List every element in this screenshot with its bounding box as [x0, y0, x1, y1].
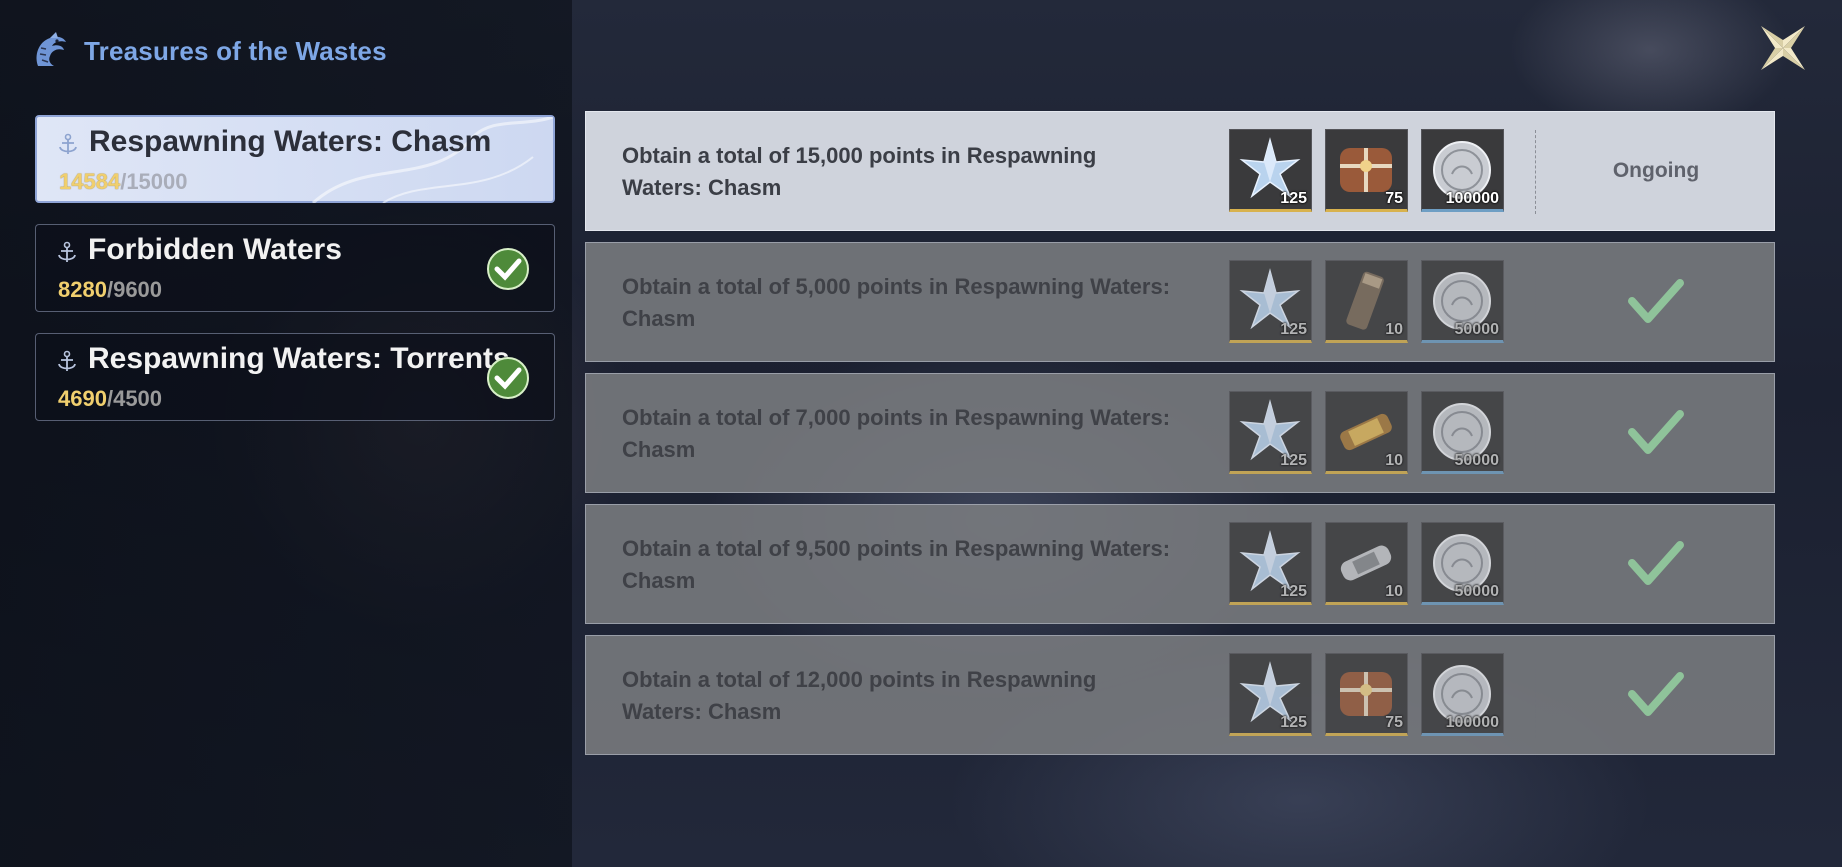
reward-list: 125 10 50000 [1229, 391, 1504, 474]
mission-description: Obtain a total of 5,000 points in Respaw… [622, 274, 1171, 331]
claimed-check-icon [1628, 279, 1684, 323]
reward-list: 125 75 100000 [1229, 129, 1504, 212]
mission-status [1536, 243, 1776, 361]
reward-item[interactable]: 125 [1229, 260, 1312, 343]
mission-status [1536, 636, 1776, 754]
reward-list: 125 75 100000 [1229, 653, 1504, 736]
reward-item[interactable]: 10 [1325, 260, 1408, 343]
claimed-check-icon [1628, 410, 1684, 454]
status-ongoing-label: Ongoing [1612, 159, 1700, 182]
stage-tab-label: Forbidden Waters [88, 233, 342, 266]
mission-description: Obtain a total of 15,000 points in Respa… [622, 143, 1097, 200]
serpent-emblem-icon [36, 32, 66, 66]
stage-progress: 4690/4500 [58, 386, 162, 412]
anchor-icon [58, 350, 76, 371]
reward-item[interactable]: 50000 [1421, 391, 1504, 474]
reward-quantity: 125 [1280, 190, 1307, 207]
stage-tab-label: Respawning Waters: Chasm [89, 125, 492, 158]
reward-item[interactable]: 50000 [1421, 260, 1504, 343]
reward-quantity: 125 [1280, 583, 1307, 600]
mission-description: Obtain a total of 9,500 points in Respaw… [622, 536, 1171, 593]
reward-quantity: 10 [1385, 583, 1403, 600]
reward-quantity: 75 [1385, 190, 1403, 207]
mission-status [1536, 374, 1776, 492]
stage-tab[interactable]: Forbidden Waters 8280/9600 [35, 224, 555, 312]
mission-description: Obtain a total of 12,000 points in Respa… [622, 667, 1097, 724]
reward-item[interactable]: 75 [1325, 129, 1408, 212]
mission-description: Obtain a total of 7,000 points in Respaw… [622, 405, 1171, 462]
progress-max: 9600 [113, 277, 163, 302]
header: Treasures of the Wastes [30, 30, 387, 72]
reward-item[interactable]: 10 [1325, 391, 1408, 474]
reward-quantity: 125 [1280, 714, 1307, 731]
reward-item[interactable]: 75 [1325, 653, 1408, 736]
stage-tab-label: Respawning Waters: Torrents [88, 342, 510, 375]
reward-quantity: 50000 [1454, 583, 1500, 600]
completed-check-icon [487, 248, 529, 290]
mission-row: Obtain a total of 9,500 points in Respaw… [585, 504, 1775, 624]
reward-quantity: 50000 [1454, 321, 1500, 338]
progress-current: 8280 [58, 277, 107, 302]
reward-quantity: 75 [1385, 714, 1403, 731]
stage-tab[interactable]: Respawning Waters: Torrents 4690/4500 [35, 333, 555, 421]
page-title: Treasures of the Wastes [84, 35, 387, 66]
progress-max: 15000 [126, 169, 188, 194]
claimed-check-icon [1628, 541, 1684, 585]
reward-quantity: 125 [1280, 321, 1307, 338]
reward-item[interactable]: 100000 [1421, 653, 1504, 736]
reward-quantity: 10 [1385, 452, 1403, 469]
claimed-check-icon [1628, 672, 1684, 716]
stage-tab[interactable]: Respawning Waters: Chasm 14584/15000 [35, 115, 555, 203]
reward-quantity: 100000 [1445, 190, 1499, 207]
anchor-icon [58, 241, 76, 262]
reward-list: 125 10 50000 [1229, 522, 1504, 605]
reward-quantity: 100000 [1445, 714, 1499, 731]
mission-row: Obtain a total of 7,000 points in Respaw… [585, 373, 1775, 493]
stage-progress: 8280/9600 [58, 277, 162, 303]
reward-item[interactable]: 125 [1229, 653, 1312, 736]
progress-max: 4500 [113, 386, 163, 411]
progress-current: 4690 [58, 386, 107, 411]
reward-item[interactable]: 100000 [1421, 129, 1504, 212]
reward-quantity: 10 [1385, 321, 1403, 338]
mission-status: Ongoing [1536, 112, 1776, 230]
close-icon[interactable] [1755, 20, 1811, 76]
reward-quantity: 125 [1280, 452, 1307, 469]
stage-progress: 14584/15000 [59, 169, 188, 195]
mission-row: Obtain a total of 5,000 points in Respaw… [585, 242, 1775, 362]
reward-list: 125 10 50000 [1229, 260, 1504, 343]
reward-item[interactable]: 10 [1325, 522, 1408, 605]
reward-item[interactable]: 50000 [1421, 522, 1504, 605]
reward-item[interactable]: 125 [1229, 129, 1312, 212]
reward-item[interactable]: 125 [1229, 522, 1312, 605]
mission-status [1536, 505, 1776, 623]
reward-quantity: 50000 [1454, 452, 1500, 469]
anchor-icon [59, 133, 77, 154]
reward-item[interactable]: 125 [1229, 391, 1312, 474]
completed-check-icon [487, 357, 529, 399]
progress-current: 14584 [59, 169, 121, 194]
mission-row: Obtain a total of 12,000 points in Respa… [585, 635, 1775, 755]
mission-row: Obtain a total of 15,000 points in Respa… [585, 111, 1775, 231]
